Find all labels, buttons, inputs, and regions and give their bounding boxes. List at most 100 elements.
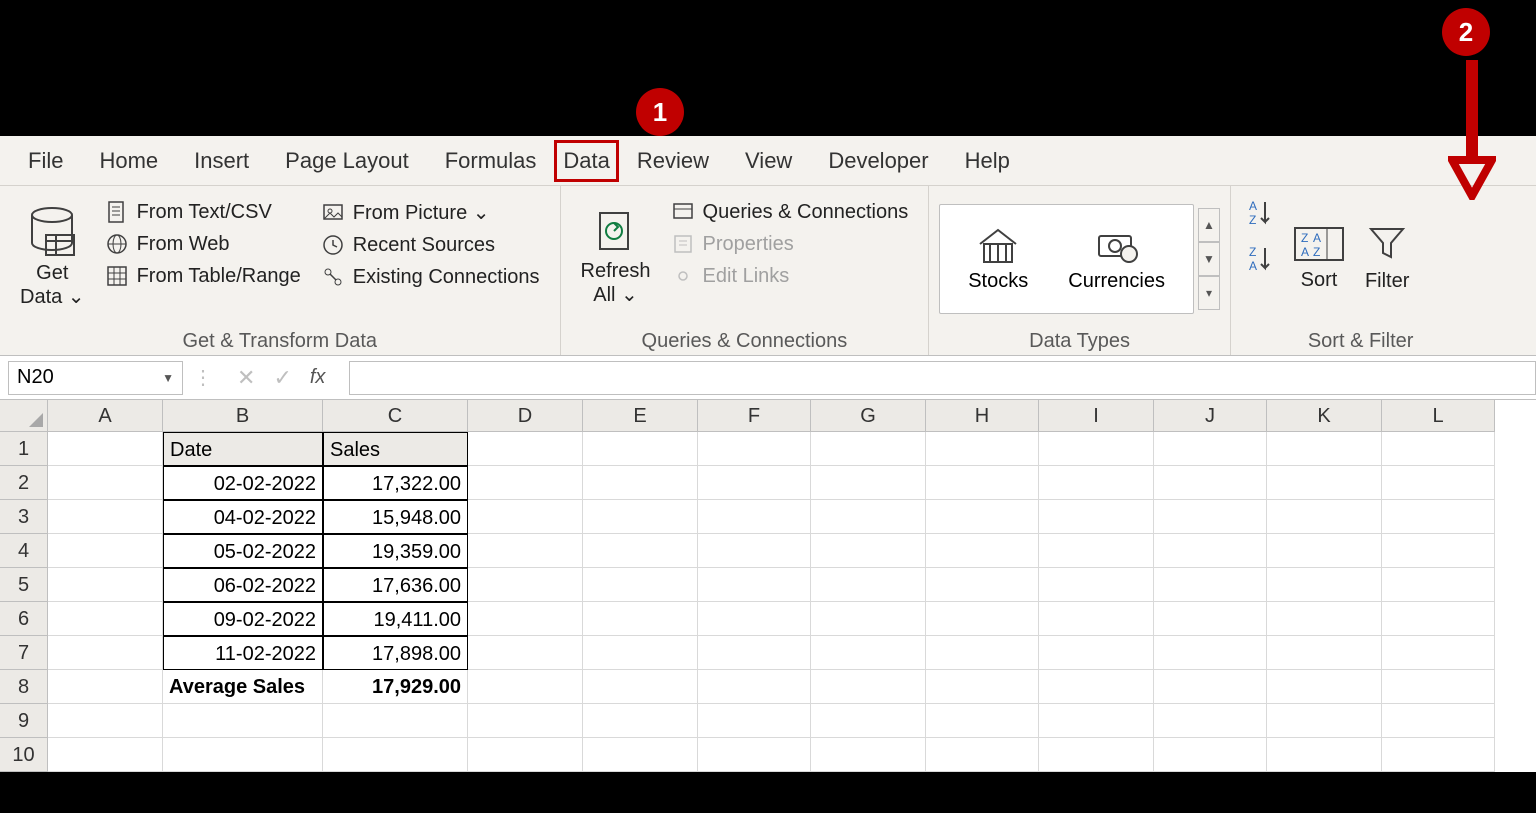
tab-view[interactable]: View (727, 140, 810, 182)
tab-page-layout[interactable]: Page Layout (267, 140, 427, 182)
cell[interactable] (926, 738, 1039, 772)
cell[interactable] (1267, 432, 1382, 466)
cell[interactable] (48, 602, 163, 636)
cell[interactable]: 09-02-2022 (163, 602, 323, 636)
gallery-more-button[interactable]: ▾ (1198, 276, 1220, 310)
column-header[interactable]: J (1154, 400, 1267, 432)
column-header[interactable]: F (698, 400, 811, 432)
cell[interactable]: 17,898.00 (323, 636, 468, 670)
cell[interactable] (1154, 738, 1267, 772)
cell[interactable] (1154, 432, 1267, 466)
row-header[interactable]: 7 (0, 636, 48, 670)
column-header[interactable]: B (163, 400, 323, 432)
cell[interactable] (1039, 500, 1154, 534)
cell[interactable] (698, 432, 811, 466)
cell[interactable] (163, 738, 323, 772)
cell[interactable] (583, 670, 698, 704)
tab-file[interactable]: File (10, 140, 81, 182)
cell[interactable] (583, 432, 698, 466)
cell[interactable] (926, 704, 1039, 738)
cell[interactable] (583, 738, 698, 772)
cell[interactable]: 19,411.00 (323, 602, 468, 636)
cell[interactable]: 11-02-2022 (163, 636, 323, 670)
enter-formula-button[interactable]: ✓ (273, 365, 291, 391)
cell[interactable] (48, 432, 163, 466)
row-header[interactable]: 1 (0, 432, 48, 466)
cell[interactable] (583, 466, 698, 500)
from-web-button[interactable]: From Web (101, 228, 305, 260)
cell[interactable] (926, 602, 1039, 636)
cell[interactable] (468, 704, 583, 738)
cell[interactable] (468, 636, 583, 670)
cell[interactable] (583, 704, 698, 738)
sort-asc-button[interactable]: AZ (1247, 198, 1277, 234)
cell[interactable] (48, 534, 163, 568)
cell[interactable] (1154, 534, 1267, 568)
column-header[interactable]: C (323, 400, 468, 432)
cell[interactable] (811, 636, 926, 670)
name-box-dropdown-icon[interactable]: ▼ (162, 371, 174, 385)
cell[interactable] (698, 602, 811, 636)
cell[interactable] (1154, 704, 1267, 738)
cell[interactable] (1382, 500, 1495, 534)
cell[interactable] (583, 534, 698, 568)
cell[interactable] (811, 602, 926, 636)
row-header[interactable]: 6 (0, 602, 48, 636)
cell[interactable] (583, 602, 698, 636)
cell[interactable] (1382, 602, 1495, 636)
column-header[interactable]: K (1267, 400, 1382, 432)
cell[interactable] (698, 534, 811, 568)
cell[interactable] (811, 670, 926, 704)
cell[interactable] (1039, 466, 1154, 500)
cell[interactable]: 04-02-2022 (163, 500, 323, 534)
cell[interactable] (468, 500, 583, 534)
cell[interactable]: 05-02-2022 (163, 534, 323, 568)
filter-button[interactable]: Filter (1355, 192, 1419, 322)
column-header[interactable]: I (1039, 400, 1154, 432)
cell[interactable]: 17,636.00 (323, 568, 468, 602)
cell[interactable] (1382, 704, 1495, 738)
cell[interactable] (698, 500, 811, 534)
cell[interactable] (926, 432, 1039, 466)
refresh-all-button[interactable]: Refresh All ⌄ (571, 192, 661, 322)
cell[interactable]: Date (163, 432, 323, 466)
cell[interactable] (1267, 738, 1382, 772)
currencies-button[interactable]: Currencies (1048, 220, 1185, 299)
cell[interactable] (48, 500, 163, 534)
cell[interactable] (48, 636, 163, 670)
cell[interactable] (1382, 738, 1495, 772)
cell[interactable] (1382, 636, 1495, 670)
gallery-down-button[interactable]: ▼ (1198, 242, 1220, 276)
cell[interactable]: Sales (323, 432, 468, 466)
column-header[interactable]: E (583, 400, 698, 432)
from-text-csv-button[interactable]: From Text/CSV (101, 196, 305, 228)
row-header[interactable]: 4 (0, 534, 48, 568)
cell[interactable] (926, 636, 1039, 670)
cell[interactable] (323, 704, 468, 738)
cell[interactable] (1039, 670, 1154, 704)
cell[interactable] (323, 738, 468, 772)
cell[interactable] (1039, 602, 1154, 636)
column-header[interactable]: H (926, 400, 1039, 432)
cell[interactable] (926, 670, 1039, 704)
cell[interactable] (698, 568, 811, 602)
cell[interactable] (48, 738, 163, 772)
cell[interactable] (1154, 636, 1267, 670)
recent-sources-button[interactable]: Recent Sources (317, 229, 544, 261)
cell[interactable] (583, 636, 698, 670)
cell[interactable] (698, 670, 811, 704)
cancel-formula-button[interactable]: ✕ (237, 365, 255, 391)
cell[interactable] (1039, 636, 1154, 670)
cell[interactable] (468, 432, 583, 466)
cell[interactable] (1382, 534, 1495, 568)
cell[interactable] (1382, 568, 1495, 602)
cell[interactable] (1154, 670, 1267, 704)
cell[interactable] (1267, 704, 1382, 738)
existing-connections-button[interactable]: Existing Connections (317, 261, 544, 293)
cell[interactable] (811, 568, 926, 602)
cell[interactable] (811, 500, 926, 534)
row-header[interactable]: 9 (0, 704, 48, 738)
cell[interactable] (1267, 534, 1382, 568)
insert-function-button[interactable]: fx (310, 366, 326, 389)
sort-desc-button[interactable]: ZA (1247, 244, 1277, 280)
